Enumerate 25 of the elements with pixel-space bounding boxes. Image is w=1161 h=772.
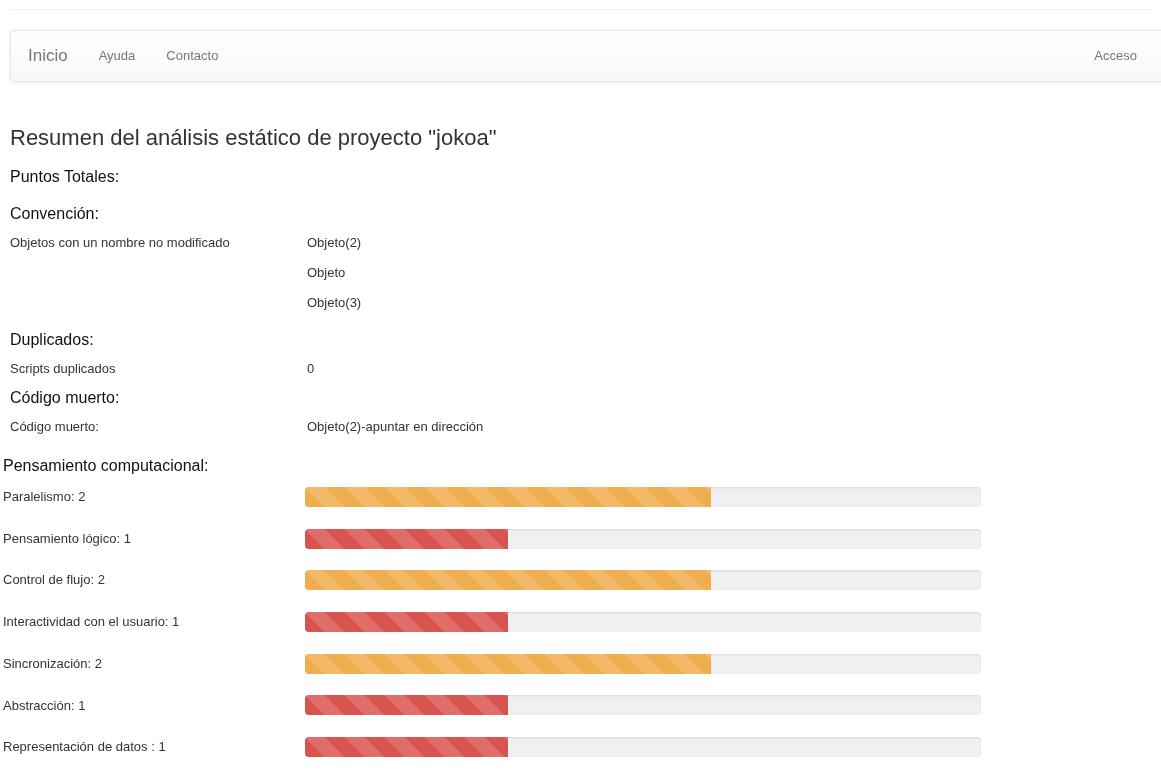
- metric-label: Sincronización: 2: [3, 654, 103, 673]
- row-value: 0: [307, 360, 315, 378]
- metric-label: Abstracción: 1: [3, 696, 87, 715]
- section-heading: Convención:: [10, 204, 100, 224]
- metric-label: Control de flujo: 2: [3, 571, 106, 590]
- row-label: Código muerto:: [10, 418, 100, 436]
- row-label: Scripts duplicados: [10, 360, 117, 378]
- section-heading: Código muerto:: [10, 388, 121, 408]
- section-heading: Duplicados:: [10, 330, 95, 350]
- row-value: Objeto(3): [307, 294, 362, 312]
- row-value: Objeto: [307, 264, 347, 282]
- nav-link[interactable]: Contacto: [166, 46, 219, 66]
- row-value: Objeto(2): [307, 234, 362, 252]
- section-heading: Puntos Totales:: [10, 167, 121, 187]
- row-label: Objetos con un nombre no modificado: [10, 234, 231, 252]
- row-value: Objeto(2)-apuntar en dirección: [307, 418, 484, 436]
- nav-link[interactable]: Ayuda: [98, 46, 136, 66]
- metric-label: Representación de datos : 1: [3, 738, 167, 757]
- metric-label: Interactividad con el usuario: 1: [3, 613, 181, 632]
- login-link[interactable]: Acceso: [1094, 46, 1137, 66]
- brand-link[interactable]: Inicio: [28, 43, 68, 69]
- metric-label: Pensamiento lógico: 1: [3, 529, 132, 548]
- section-heading: Pensamiento computacional:: [3, 456, 210, 476]
- metric-label: Paralelismo: 2: [3, 488, 87, 507]
- page-title: Resumen del análisis estático de proyecto "jokoa": [10, 124, 498, 152]
